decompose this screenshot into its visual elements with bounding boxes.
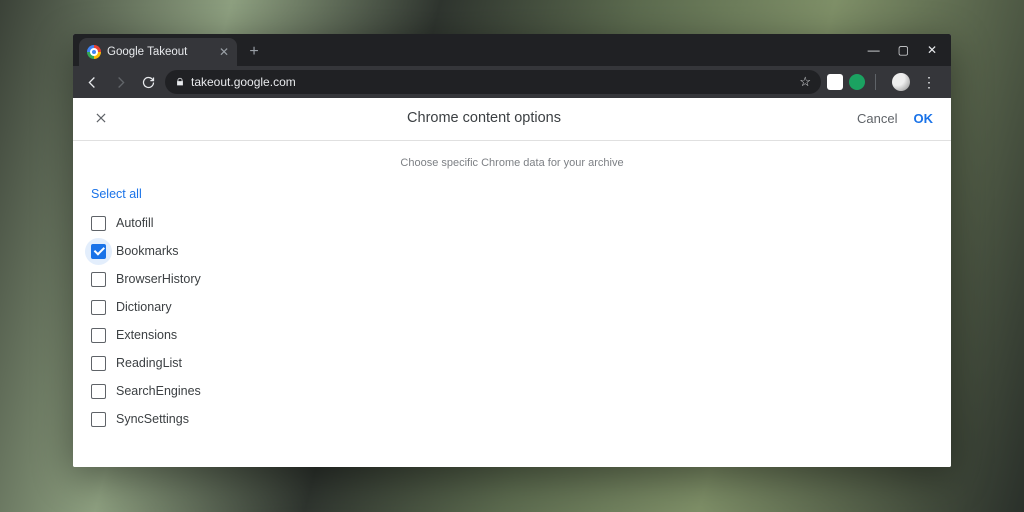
back-button[interactable] [81,71,103,93]
options-list: Select all Autofill Bookmarks BrowserHisto… [73,183,951,433]
browser-toolbar: takeout.google.com ☆ ⋮ [73,66,951,98]
option-row[interactable]: Dictionary [91,293,933,321]
checkbox[interactable] [91,244,106,259]
profile-avatar[interactable] [892,73,910,91]
tab-strip: Google Takeout ✕ + — ▢ ✕ [73,34,951,66]
tab-title: Google Takeout [107,46,187,58]
close-window-icon[interactable]: ✕ [927,43,937,57]
checkbox[interactable] [91,300,106,315]
url-text: takeout.google.com [191,75,296,89]
dialog-close-button[interactable] [91,108,111,128]
option-label: BrowserHistory [116,272,201,286]
checkbox[interactable] [91,328,106,343]
cancel-button[interactable]: Cancel [857,111,897,126]
checkbox[interactable] [91,412,106,427]
extension-icon-2[interactable] [849,74,865,90]
option-row[interactable]: BrowserHistory [91,265,933,293]
browser-window: Google Takeout ✕ + — ▢ ✕ takeout.google.… [73,34,951,467]
option-row[interactable]: Extensions [91,321,933,349]
dialog-subtitle: Choose specific Chrome data for your arc… [73,141,951,183]
option-label: Extensions [116,328,177,342]
option-label: Dictionary [116,300,172,314]
select-all-link[interactable]: Select all [91,183,933,209]
page-content: Chrome content options Cancel OK Choose … [73,98,951,467]
lock-icon [175,77,185,87]
address-bar[interactable]: takeout.google.com ☆ [165,70,821,94]
option-label: Bookmarks [116,244,179,258]
checkbox[interactable] [91,272,106,287]
window-controls: — ▢ ✕ [858,34,947,66]
minimize-icon[interactable]: — [868,43,880,57]
toolbar-divider [875,74,876,90]
forward-button[interactable] [109,71,131,93]
option-row[interactable]: SearchEngines [91,377,933,405]
option-label: SyncSettings [116,412,189,426]
maximize-icon[interactable]: ▢ [898,43,909,57]
option-row[interactable]: SyncSettings [91,405,933,433]
option-label: SearchEngines [116,384,201,398]
dialog-header: Chrome content options Cancel OK [73,98,951,138]
extension-icon-1[interactable] [827,74,843,90]
checkbox[interactable] [91,384,106,399]
checkbox[interactable] [91,216,106,231]
favicon-google-icon [87,45,101,59]
new-tab-button[interactable]: + [243,41,265,63]
option-label: ReadingList [116,356,182,370]
close-tab-icon[interactable]: ✕ [219,45,229,59]
option-label: Autofill [116,216,154,230]
reload-button[interactable] [137,71,159,93]
option-row[interactable]: ReadingList [91,349,933,377]
checkbox[interactable] [91,356,106,371]
option-row[interactable]: Bookmarks [91,237,933,265]
bookmark-star-icon[interactable]: ☆ [799,74,811,90]
chrome-menu-button[interactable]: ⋮ [916,74,943,91]
option-row[interactable]: Autofill [91,209,933,237]
dialog-title: Chrome content options [111,110,857,126]
ok-button[interactable]: OK [914,111,934,126]
browser-tab[interactable]: Google Takeout ✕ [79,38,237,66]
